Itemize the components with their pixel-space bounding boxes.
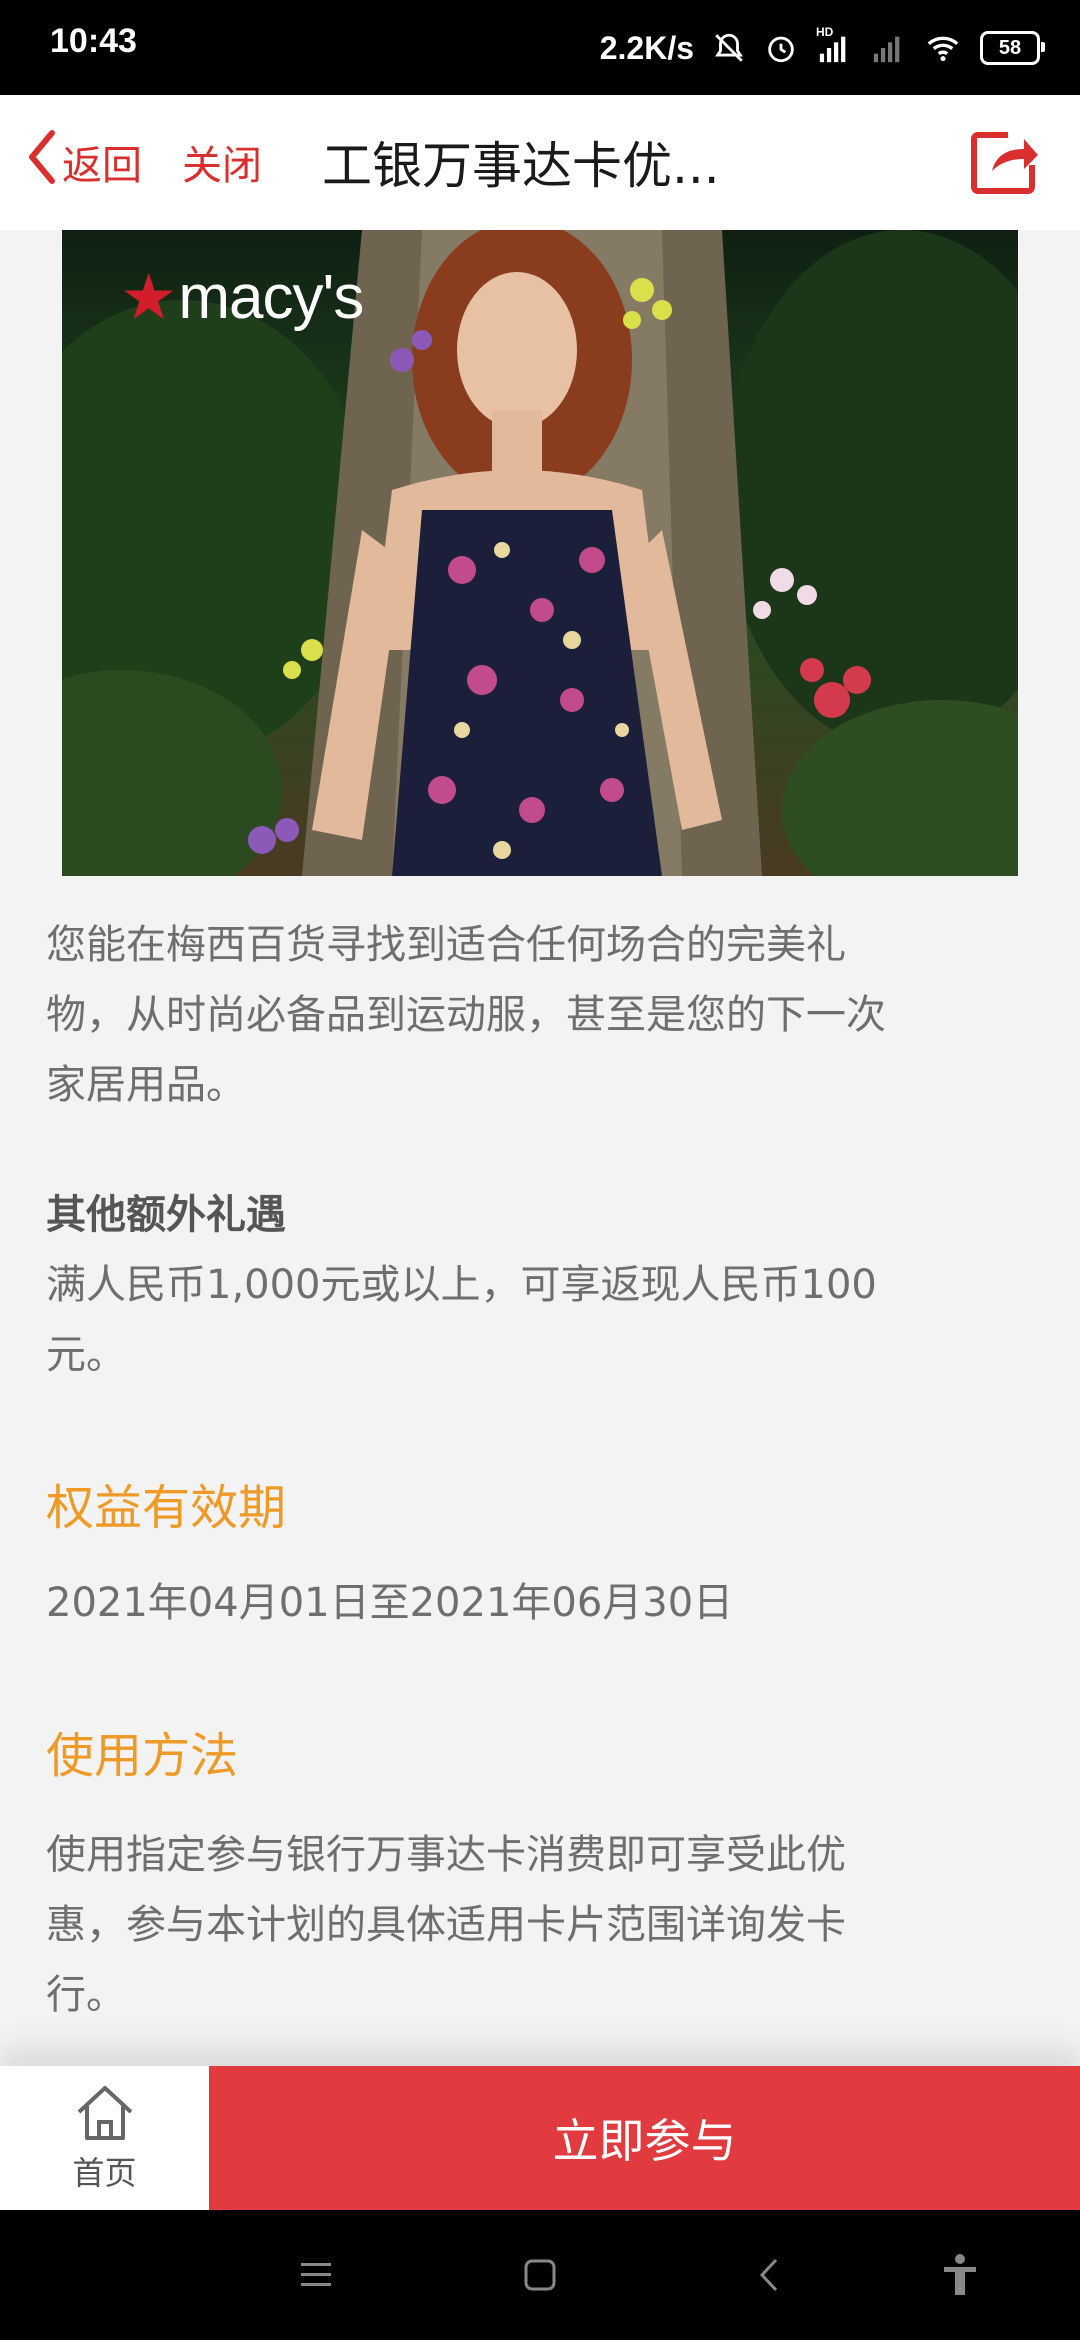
validity-text: 2021年04月01日至2021年06月30日 — [46, 1580, 734, 1626]
accessibility-icon — [944, 2254, 976, 2295]
close-button[interactable]: 关闭 — [182, 127, 262, 197]
status-bar: 10:43 2.2K/s HD 58 — [0, 0, 1080, 95]
back-button[interactable]: 返回 — [26, 127, 142, 197]
menu-icon — [301, 2263, 331, 2286]
signal-hd-icon: HD — [816, 25, 852, 65]
intro-line: 您能在梅西百货寻找到适合任何场合的完美礼 — [46, 922, 846, 968]
usage-line: 惠，参与本计划的具体适用卡片范围详询发卡 — [46, 1902, 846, 1948]
validity-heading: 权益有效期 — [46, 1480, 287, 1536]
wifi-icon — [924, 31, 962, 65]
intro-line: 物，从时尚必备品到运动服，甚至是您的下一次 — [46, 992, 886, 1038]
signal-weak-icon — [870, 31, 906, 65]
status-icons: 2.2K/s HD 58 — [599, 18, 1045, 78]
mute-icon — [712, 31, 746, 65]
usage-heading: 使用方法 — [46, 1728, 239, 1784]
back-nav-button[interactable] — [738, 2245, 798, 2305]
accessibility-nav-button[interactable] — [930, 2245, 990, 2305]
star-icon: ★ — [120, 261, 177, 333]
home-nav-button[interactable] — [510, 2245, 570, 2305]
share-button[interactable] — [968, 125, 1042, 199]
battery-icon: 58 — [980, 31, 1045, 65]
system-nav-bar — [0, 2210, 1080, 2340]
usage-line: 行。 — [46, 1972, 126, 2018]
intro-line: 家居用品。 — [46, 1062, 246, 1108]
menu-nav-button[interactable] — [286, 2245, 346, 2305]
chevron-left-icon — [759, 2258, 778, 2292]
extra-benefits: 其他额外礼遇 满人民币1,000元或以上，可享返现人民币100 元。 — [46, 1180, 1036, 1390]
extra-benefits-heading: 其他额外礼遇 — [46, 1192, 286, 1238]
chevron-left-icon — [26, 129, 56, 195]
usage-line: 使用指定参与银行万事达卡消费即可享受此优 — [46, 1832, 846, 1878]
brand-logo-text: macy's — [178, 263, 364, 332]
usage-paragraph: 使用指定参与银行万事达卡消费即可享受此优 惠，参与本计划的具体适用卡片范围详询发… — [46, 1820, 1036, 2030]
back-label: 返回 — [62, 143, 142, 189]
alarm-icon — [764, 31, 798, 65]
bottom-action-bar: 首页 立即参与 — [0, 2066, 1080, 2210]
share-icon — [971, 132, 1038, 194]
header: 返回 关闭 工银万事达卡优... — [0, 95, 1080, 230]
join-now-button[interactable]: 立即参与 — [209, 2066, 1080, 2210]
hero-image: ★ macy's — [62, 230, 1018, 876]
square-icon — [524, 2259, 556, 2291]
home-tab-label: 首页 — [72, 2154, 137, 2192]
extra-benefits-line: 满人民币1,000元或以上，可享返现人民币100 — [46, 1262, 877, 1308]
page-title: 工银万事达卡优... — [322, 137, 720, 195]
home-icon — [77, 2086, 132, 2140]
home-tab[interactable]: 首页 — [0, 2066, 209, 2210]
network-speed: 2.2K/s — [599, 29, 694, 66]
brand-logo: ★ macy's — [120, 260, 364, 335]
intro-paragraph: 您能在梅西百货寻找到适合任何场合的完美礼 物，从时尚必备品到运动服，甚至是您的下… — [46, 910, 1036, 1120]
status-time: 10:43 — [50, 22, 137, 60]
content-area: ★ macy's 您能在梅西百货寻找到适合任何场合的完美礼 物，从时尚必备品到运… — [0, 230, 1080, 2066]
extra-benefits-line: 元。 — [46, 1332, 126, 1378]
